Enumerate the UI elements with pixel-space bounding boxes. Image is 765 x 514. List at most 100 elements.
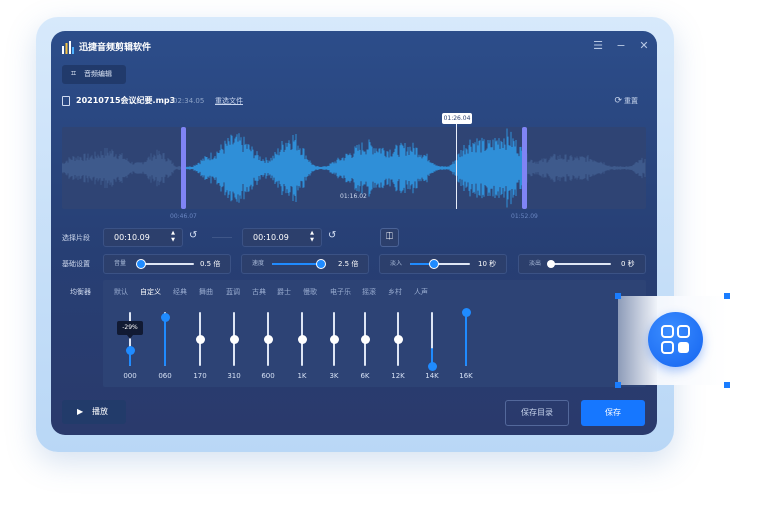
fade-in-value: 10 秒 (478, 260, 497, 268)
eq-band-knob[interactable] (427, 361, 437, 371)
eq-band-knob[interactable] (360, 334, 370, 344)
resize-handle[interactable] (724, 293, 730, 299)
speed-value: 2.5 倍 (338, 260, 359, 268)
eq-band-knob[interactable] (229, 334, 239, 344)
reselect-file-link[interactable]: 重选文件 (215, 94, 243, 108)
eq-band-knob[interactable] (297, 334, 307, 344)
reset-label: 重置 (624, 97, 638, 105)
fade-out-knob[interactable] (547, 260, 555, 268)
minimize-icon[interactable]: − (614, 39, 628, 53)
segment-end-input[interactable]: 00:10.09 ▲ ▼ (242, 228, 322, 247)
close-icon[interactable]: ✕ (637, 39, 651, 53)
segment-start-value: 00:10.09 (114, 233, 150, 242)
speed-fill (272, 263, 322, 265)
center-time: 01:16.02 (340, 193, 367, 200)
eq-preset-1[interactable]: 自定义 (140, 287, 161, 297)
app-window: 迅捷音频剪辑软件 ☰ − ✕ ⌗ 音频编辑 20210715会议纪要.mp3 0… (51, 31, 657, 435)
menu-icon[interactable]: ☰ (591, 39, 605, 53)
eq-band-label: 16K (459, 372, 473, 380)
eq-preset-6[interactable]: 爵士 (277, 287, 291, 297)
eq-band-fill (465, 312, 467, 366)
eq-preset-2[interactable]: 经典 (173, 287, 187, 297)
file-duration: 02:34.05 (173, 97, 205, 105)
equalizer-label: 均衡器 (70, 288, 91, 296)
split-button[interactable]: ⎅ (380, 228, 399, 247)
audio-edit-button[interactable]: ⌗ 音频编辑 (62, 65, 126, 84)
play-button[interactable]: ▶ 播放 (62, 400, 126, 424)
audio-edit-label: 音频编辑 (84, 70, 112, 78)
file-info-row: 20210715会议纪要.mp3 02:34.05 重选文件 ⟳ 重置 (62, 94, 648, 108)
stepper-icon[interactable]: ▲ ▼ (171, 230, 175, 244)
history-icon[interactable]: ↺ (328, 230, 336, 241)
fade-out-label: 淡出 (529, 260, 542, 267)
stepper-icon[interactable]: ▲ ▼ (310, 230, 314, 244)
app-title: 迅捷音频剪辑软件 (79, 43, 152, 53)
fade-out-track[interactable] (551, 263, 611, 265)
playhead[interactable] (456, 121, 457, 209)
volume-label: 音量 (114, 260, 127, 267)
eq-band-knob[interactable] (329, 334, 339, 344)
selection-end-handle[interactable] (522, 127, 527, 209)
fade-out-value: 0 秒 (621, 260, 635, 268)
reset-button[interactable]: ⟳ 重置 (614, 94, 638, 108)
eq-band-knob[interactable] (461, 307, 471, 317)
save-button[interactable]: 保存 (581, 400, 645, 426)
selection-start-time: 00:46.07 (170, 213, 197, 220)
basic-settings-label: 基础设置 (62, 260, 90, 268)
split-icon: ⎅ (385, 232, 394, 242)
eq-preset-8[interactable]: 电子乐 (330, 287, 351, 297)
refresh-icon: ⟳ (614, 96, 622, 106)
eq-band-fill (164, 317, 166, 366)
volume-track[interactable] (138, 263, 194, 265)
app-grid-icon[interactable] (648, 312, 703, 367)
volume-control[interactable]: 音量 0.5 倍 (103, 254, 231, 274)
eq-band-label: 14K (425, 372, 439, 380)
eq-band-knob[interactable] (160, 312, 170, 322)
segment-end-value: 00:10.09 (253, 233, 289, 242)
grid-glyph-icon (661, 325, 690, 354)
eq-band-label: 060 (158, 372, 172, 380)
eq-band-knob[interactable] (125, 345, 135, 355)
crop-icon: ⌗ (71, 69, 77, 79)
speed-control[interactable]: 速度 2.5 倍 (241, 254, 369, 274)
eq-tooltip: -29% (117, 321, 143, 339)
volume-value: 0.5 倍 (200, 260, 221, 268)
eq-preset-10[interactable]: 乡村 (388, 287, 402, 297)
fade-out-control[interactable]: 淡出 0 秒 (518, 254, 646, 274)
eq-band-label: 1K (297, 372, 307, 380)
segment-start-input[interactable]: 00:10.09 ▲ ▼ (103, 228, 183, 247)
resize-handle[interactable] (615, 293, 621, 299)
eq-preset-4[interactable]: 蓝调 (226, 287, 240, 297)
resize-handle[interactable] (724, 382, 730, 388)
save-directory-button[interactable]: 保存目录 (505, 400, 569, 426)
eq-preset-0[interactable]: 默认 (114, 287, 128, 297)
eq-band-label: 12K (391, 372, 405, 380)
play-icon: ▶ (77, 407, 84, 416)
file-icon (62, 96, 70, 106)
eq-band-knob[interactable] (393, 334, 403, 344)
eq-preset-5[interactable]: 古典 (252, 287, 266, 297)
eq-preset-3[interactable]: 舞曲 (199, 287, 213, 297)
select-segment-label: 选择片段 (62, 234, 90, 242)
history-icon[interactable]: ↺ (189, 230, 197, 241)
fade-in-control[interactable]: 淡入 10 秒 (379, 254, 507, 274)
eq-band-label: 310 (227, 372, 241, 380)
selection-end-time: 01:52.09 (511, 213, 538, 220)
eq-band-label: 170 (193, 372, 207, 380)
eq-band-label: 600 (261, 372, 275, 380)
app-logo-icon (62, 41, 74, 54)
eq-band-knob[interactable] (263, 334, 273, 344)
eq-band-label: 000 (123, 372, 137, 380)
eq-preset-9[interactable]: 摇滚 (362, 287, 376, 297)
fade-in-knob[interactable] (430, 260, 438, 268)
play-label: 播放 (92, 407, 108, 416)
eq-preset-7[interactable]: 慢歌 (303, 287, 317, 297)
file-name: 20210715会议纪要.mp3 (76, 96, 176, 105)
eq-preset-11[interactable]: 人声 (414, 287, 428, 297)
speed-knob[interactable] (317, 260, 326, 268)
eq-band-knob[interactable] (195, 334, 205, 344)
selection-start-handle[interactable] (181, 127, 186, 209)
resize-handle[interactable] (615, 382, 621, 388)
volume-knob[interactable] (136, 260, 145, 268)
title-bar: 迅捷音频剪辑软件 ☰ − ✕ (51, 31, 657, 63)
